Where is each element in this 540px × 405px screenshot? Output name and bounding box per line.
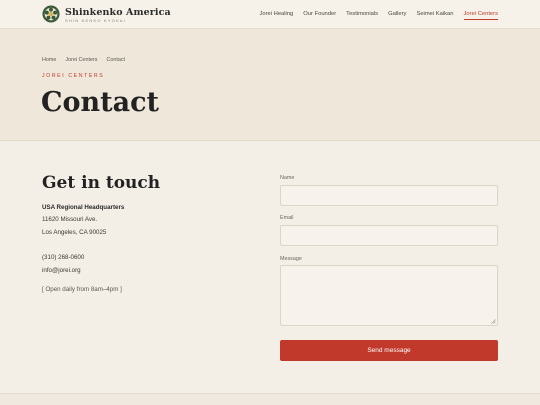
- email-label: Email: [280, 215, 294, 221]
- breadcrumb-current: Contact: [106, 57, 126, 63]
- nav-item-our-founder[interactable]: Our Founder: [303, 11, 336, 20]
- send-message-button[interactable]: Send message: [280, 340, 498, 361]
- flower-emblem-icon[interactable]: [42, 5, 60, 23]
- address-line-2: Los Angeles, CA 90025: [42, 229, 107, 236]
- nav-item-jorei-healing[interactable]: Jorei Healing: [259, 11, 293, 20]
- page-title: Contact: [41, 87, 160, 118]
- message-label: Message: [280, 256, 302, 262]
- phone-link[interactable]: (310) 268-0600: [42, 254, 84, 261]
- address-line-1: 11620 Missouri Ave.: [42, 216, 98, 223]
- brand-subtitle: SHIN KENKO KYOKAI: [65, 18, 127, 23]
- message-textarea[interactable]: [280, 265, 498, 326]
- name-label: Name: [280, 175, 295, 181]
- nav-item-seimei-kaikan[interactable]: Seimei Kaikan: [416, 11, 453, 20]
- hero-banner: Home Jorei Centers Contact JOREI CENTERS…: [0, 29, 540, 141]
- nav-item-gallery[interactable]: Gallery: [388, 11, 406, 20]
- breadcrumb-home[interactable]: Home: [42, 57, 56, 63]
- footer-strip: [0, 393, 540, 405]
- name-input[interactable]: [280, 185, 498, 206]
- breadcrumb-jorei-centers[interactable]: Jorei Centers: [65, 57, 97, 63]
- brand-name[interactable]: Shinkenko America: [65, 7, 171, 18]
- hq-name: USA Regional Headquarters: [42, 204, 125, 211]
- resize-grip-icon[interactable]: [491, 319, 496, 324]
- nav-item-testimonials[interactable]: Testimonials: [346, 11, 378, 20]
- breadcrumb: Home Jorei Centers Contact: [42, 57, 125, 63]
- opening-hours: [ Open daily from 8am–4pm ]: [42, 286, 122, 293]
- main-nav: Jorei Healing Our Founder Testimonials G…: [259, 11, 498, 20]
- email-link[interactable]: info@jorei.org: [42, 267, 81, 274]
- section-heading: Get in touch: [42, 173, 161, 193]
- page-eyebrow: JOREI CENTERS: [42, 73, 105, 79]
- nav-item-jorei-centers[interactable]: Jorei Centers: [463, 11, 498, 20]
- site-header: Shinkenko America SHIN KENKO KYOKAI Jore…: [0, 0, 540, 29]
- email-input[interactable]: [280, 225, 498, 246]
